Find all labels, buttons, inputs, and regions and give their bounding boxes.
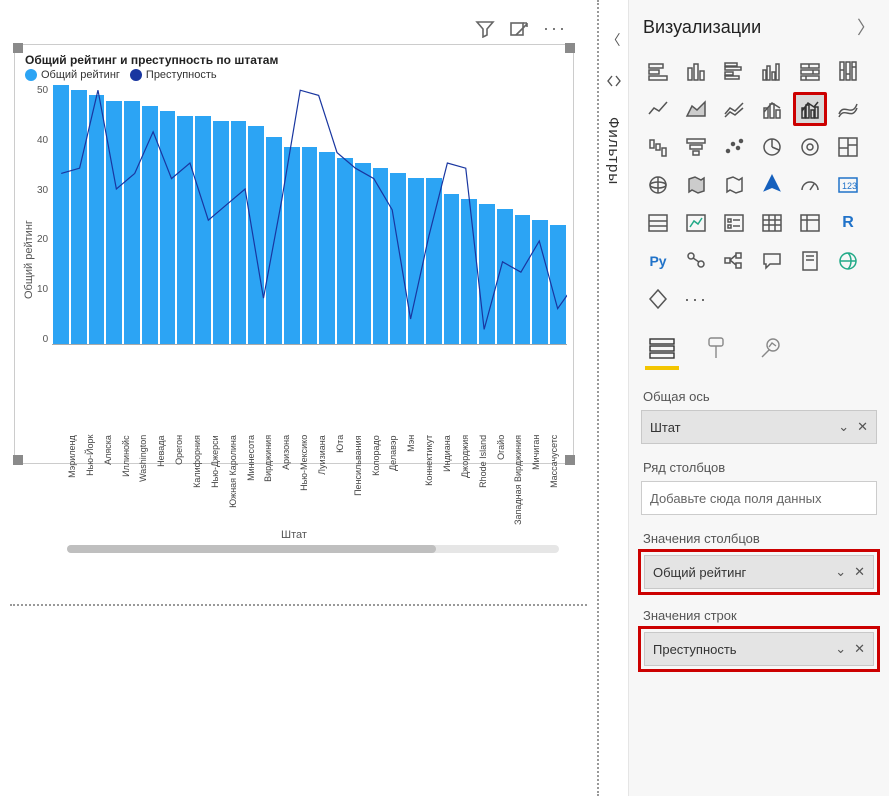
analytics-tab[interactable] [757,336,783,363]
matrix-icon[interactable] [793,206,827,240]
filters-expand-icon[interactable] [606,74,622,93]
filters-pane-label[interactable]: Фильтры [605,117,622,185]
stacked-column-icon[interactable] [679,54,713,88]
azure-map-icon[interactable] [755,168,789,202]
scatter-icon[interactable] [717,130,751,164]
clustered-bar-icon[interactable] [717,54,751,88]
column-values-field[interactable]: Общий рейтинг ⌄ ✕ [644,555,874,589]
shared-axis-label: Общая ось [643,389,875,404]
chart-title: Общий рейтинг и преступность по штатам [25,53,567,67]
format-tab[interactable] [705,336,727,363]
svg-text:123: 123 [842,181,857,191]
line-values-field[interactable]: Преступность ⌄ ✕ [644,632,874,666]
chevron-left-icon[interactable]: 〈 [607,30,621,50]
map-icon[interactable] [641,168,675,202]
filled-map-icon[interactable] [679,168,713,202]
hundred-stacked-bar-icon[interactable] [793,54,827,88]
y-axis-label: Общий рейтинг [21,85,37,435]
qa-visual-icon[interactable] [755,244,789,278]
shared-axis-field[interactable]: Штат ⌄ ✕ [641,410,877,444]
decomposition-tree-icon[interactable] [717,244,751,278]
waterfall-icon[interactable] [641,130,675,164]
field-name: Общий рейтинг [653,565,746,580]
pie-icon[interactable] [755,130,789,164]
chevron-down-icon[interactable]: ⌄ [835,564,846,580]
more-options-icon[interactable]: ··· [543,18,567,39]
remove-field-icon[interactable]: ✕ [854,564,865,580]
line-stacked-column-icon[interactable] [755,92,789,126]
chart-legend: Общий рейтинг Преступность [25,69,567,81]
donut-icon[interactable] [793,130,827,164]
gauge-icon[interactable] [793,168,827,202]
chart-plot-area [52,85,567,345]
stacked-bar-icon[interactable] [641,54,675,88]
card-icon[interactable]: 123 [831,168,865,202]
focus-mode-icon[interactable] [509,20,529,38]
x-axis-label: Штат [21,529,567,541]
fields-tab[interactable] [649,337,675,362]
remove-field-icon[interactable]: ✕ [854,641,865,657]
python-visual-icon[interactable]: Py [641,244,675,278]
filter-icon[interactable] [475,20,495,38]
shape-map-icon[interactable] [717,168,751,202]
treemap-icon[interactable] [831,130,865,164]
line-chart-icon[interactable] [641,92,675,126]
paginated-report-icon[interactable] [793,244,827,278]
column-values-label: Значения столбцов [643,531,875,546]
table-icon[interactable] [755,206,789,240]
chart-scrollbar[interactable] [67,545,559,553]
column-series-label: Ряд столбцов [643,460,875,475]
column-series-well[interactable]: Добавьте сюда поля данных [641,481,877,515]
legend-label: Преступность [146,69,217,81]
clustered-column-icon[interactable] [755,54,789,88]
key-influencers-icon[interactable] [679,244,713,278]
chevron-down-icon[interactable]: ⌄ [838,419,849,435]
line-values-label: Значения строк [643,608,875,623]
area-chart-icon[interactable] [679,92,713,126]
field-name: Преступность [653,642,737,657]
chevron-right-icon[interactable]: 〉 [857,14,875,40]
placeholder-text: Добавьте сюда поля данных [650,491,822,506]
chevron-down-icon[interactable]: ⌄ [835,641,846,657]
hundred-stacked-column-icon[interactable] [831,54,865,88]
kpi-icon[interactable] [679,206,713,240]
chart-visual[interactable]: Общий рейтинг и преступность по штатам О… [14,44,574,464]
legend-label: Общий рейтинг [41,69,120,81]
funnel-icon[interactable] [679,130,713,164]
get-more-visuals-icon[interactable]: ··· [679,282,713,316]
ribbon-chart-icon[interactable] [831,92,865,126]
power-apps-icon[interactable] [641,282,675,316]
remove-field-icon[interactable]: ✕ [857,419,868,435]
visualization-type-grid: 123 R Py ··· [629,48,889,322]
line-clustered-column-icon[interactable] [793,92,827,126]
multi-row-card-icon[interactable] [641,206,675,240]
visualizations-header: Визуализации [643,17,761,38]
field-name: Штат [650,420,681,435]
r-visual-icon[interactable]: R [831,206,865,240]
stacked-area-icon[interactable] [717,92,751,126]
arcgis-icon[interactable] [831,244,865,278]
slicer-icon[interactable] [717,206,751,240]
